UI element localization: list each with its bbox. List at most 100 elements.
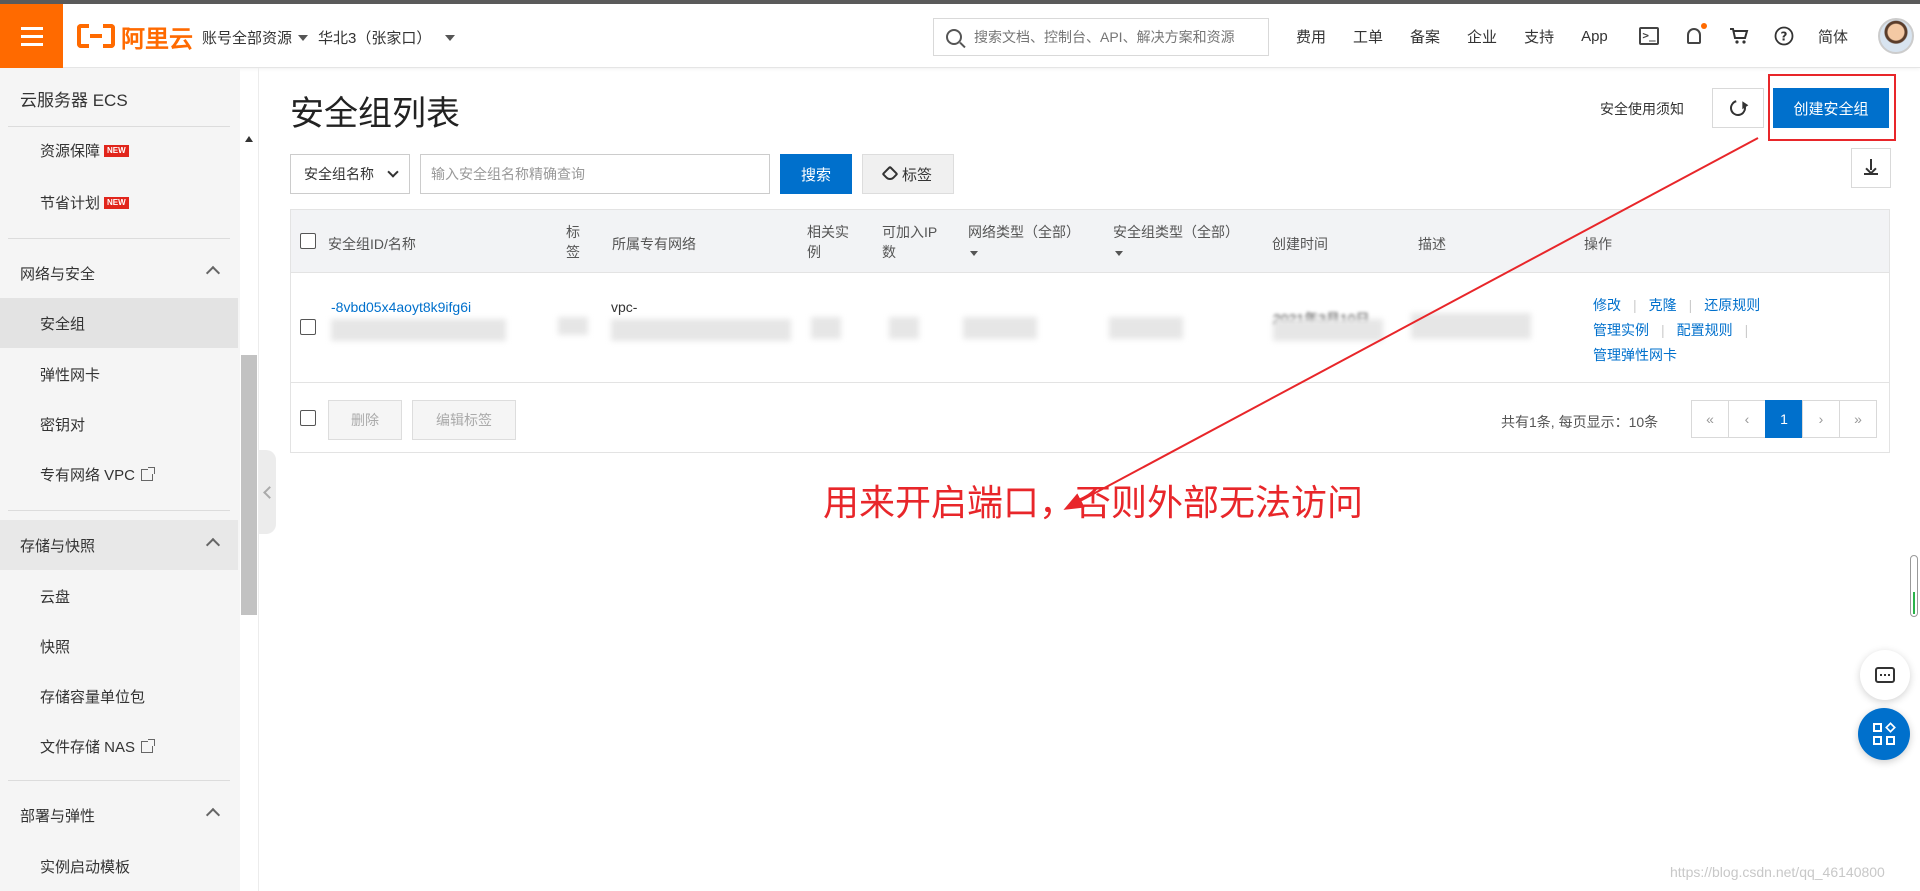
op-configure-rules[interactable]: 配置规则 <box>1677 322 1733 338</box>
security-group-id-link[interactable]: -8vbd05x4aoyt8k9ifg6i <box>331 299 471 315</box>
redacted-created-time <box>1273 319 1383 341</box>
sidebar-item-resource-assurance[interactable]: 资源保障 NEW <box>40 140 129 161</box>
cart-icon[interactable] <box>1728 25 1750 47</box>
sidebar-collapse-toggle[interactable] <box>258 450 276 534</box>
refresh-button[interactable] <box>1712 88 1764 128</box>
table-row: -8vbd05x4aoyt8k9ifg6i vpc- 2021年3月10日 修改… <box>291 273 1889 383</box>
security-group-name-input[interactable] <box>420 154 770 194</box>
sidebar-item-label: 节省计划 <box>40 195 101 212</box>
divider <box>8 780 230 781</box>
delete-button[interactable]: 删除 <box>328 400 402 440</box>
redacted-network-type <box>963 317 1037 339</box>
caret-down-icon <box>1115 250 1123 256</box>
op-restore-rules[interactable]: 还原规则 <box>1704 297 1760 313</box>
sidebar-item-savings-plan[interactable]: 节省计划 NEW <box>40 192 129 213</box>
global-search[interactable] <box>933 18 1269 56</box>
first-page-button[interactable]: « <box>1691 400 1729 438</box>
sidebar-item-label: 弹性网卡 <box>40 367 101 384</box>
link-app[interactable]: App <box>1581 28 1608 45</box>
security-notice-link[interactable]: 安全使用须知 <box>1600 99 1684 119</box>
user-avatar[interactable] <box>1878 18 1915 54</box>
op-manage-eni[interactable]: 管理弹性网卡 <box>1593 347 1677 363</box>
top-icon-group: >_ ? 简体 <box>1638 4 1915 68</box>
search-icon <box>946 29 962 45</box>
edit-tags-button[interactable]: 编辑标签 <box>412 400 516 440</box>
region-selector[interactable]: 华北3（张家口） <box>318 27 456 48</box>
header-operations: 操作 <box>1584 236 1612 252</box>
caret-down-icon <box>445 34 456 41</box>
divider <box>8 510 230 511</box>
header-joinable-ip: 可加入IP数 <box>882 224 938 260</box>
sidebar-group-network-security[interactable]: 网络与安全 <box>0 248 238 298</box>
svg-text:?: ? <box>1781 30 1788 44</box>
header-sg-type: 安全组类型（全部） <box>1113 224 1239 240</box>
sidebar-group-storage-snapshot[interactable]: 存储与快照 <box>0 520 238 570</box>
header-sg-type-filter[interactable]: 安全组类型（全部） <box>1113 222 1253 262</box>
separator: | <box>1661 322 1665 338</box>
download-icon <box>1864 159 1878 175</box>
sidebar-item-key-pair[interactable]: 密钥对 <box>40 414 85 435</box>
redacted-tag <box>558 317 588 335</box>
link-enterprise[interactable]: 企业 <box>1467 26 1497 47</box>
header-network-type: 网络类型（全部） <box>968 224 1080 240</box>
next-page-button[interactable]: › <box>1802 400 1840 438</box>
page-1-button[interactable]: 1 <box>1765 400 1803 438</box>
language-switch[interactable]: 简体 <box>1818 26 1848 47</box>
chevron-left-icon <box>262 485 276 499</box>
notification-dot <box>1701 23 1707 29</box>
filter-field-select[interactable]: 安全组名称 <box>290 154 410 194</box>
row-checkbox[interactable] <box>300 319 316 335</box>
account-resources-dropdown[interactable]: 账号全部资源 <box>202 27 309 48</box>
sidebar-scrollbar[interactable] <box>241 355 257 615</box>
header-related-instances: 相关实例 <box>807 224 849 260</box>
help-icon[interactable]: ? <box>1773 25 1795 47</box>
search-button[interactable]: 搜索 <box>780 154 852 194</box>
sidebar-group-deploy-elastic[interactable]: 部署与弹性 <box>0 790 238 840</box>
download-button[interactable] <box>1851 148 1891 188</box>
sidebar-item-label: 文件存储 NAS <box>40 739 136 756</box>
sidebar-item-security-group[interactable]: 安全组 <box>0 298 238 348</box>
link-billing[interactable]: 费用 <box>1296 26 1326 47</box>
prev-page-button[interactable]: ‹ <box>1728 400 1766 438</box>
apps-button[interactable] <box>1858 708 1910 760</box>
link-tickets[interactable]: 工单 <box>1353 26 1383 47</box>
select-all-checkbox[interactable] <box>300 233 316 249</box>
pagination-info: 共有1条, 每页显示：10条 <box>1501 414 1659 430</box>
header-network-type-filter[interactable]: 网络类型（全部） <box>968 222 1088 262</box>
region-label: 华北3（张家口） <box>318 30 432 47</box>
global-search-input[interactable] <box>974 29 1254 45</box>
footer-select-all-checkbox[interactable] <box>300 410 316 426</box>
sidebar-item-vpc[interactable]: 专有网络 VPC <box>40 464 156 485</box>
sidebar-item-storage-capacity-unit[interactable]: 存储容量单位包 <box>40 686 145 707</box>
scroll-up-arrow-icon[interactable] <box>245 136 253 142</box>
op-modify[interactable]: 修改 <box>1593 297 1621 313</box>
sidebar-item-eni[interactable]: 弹性网卡 <box>40 364 100 385</box>
tag-filter-button[interactable]: 标签 <box>862 154 954 194</box>
create-security-group-button[interactable]: 创建安全组 <box>1773 88 1889 128</box>
top-navigation-bar: 阿里云 账号全部资源 华北3（张家口） 费用 工单 备案 企业 支持 App >… <box>0 0 1920 68</box>
terminal-icon[interactable]: >_ <box>1638 25 1660 47</box>
sidebar-item-nas[interactable]: 文件存储 NAS <box>40 736 156 757</box>
header-tag: 标签 <box>566 224 580 260</box>
last-page-button[interactable]: » <box>1839 400 1877 438</box>
op-clone[interactable]: 克隆 <box>1649 297 1677 313</box>
link-support[interactable]: 支持 <box>1524 26 1554 47</box>
chat-button[interactable] <box>1860 650 1910 700</box>
apps-grid-icon <box>1873 722 1896 745</box>
external-link-icon <box>141 466 156 481</box>
page-scrollbar[interactable] <box>1910 555 1918 617</box>
aliyun-logo[interactable]: 阿里云 <box>77 21 193 53</box>
bell-icon[interactable] <box>1683 23 1707 47</box>
chevron-up-icon <box>205 807 221 823</box>
sidebar-item-cloud-disk[interactable]: 云盘 <box>40 586 70 607</box>
header-description: 描述 <box>1418 236 1446 252</box>
aliyun-logo-mark <box>77 24 115 48</box>
link-icp-filing[interactable]: 备案 <box>1410 26 1440 47</box>
menu-icon[interactable] <box>0 4 63 68</box>
op-manage-instances[interactable]: 管理实例 <box>1593 322 1649 338</box>
sidebar-item-snapshot[interactable]: 快照 <box>40 636 70 657</box>
header-created: 创建时间 <box>1272 236 1328 252</box>
top-links: 费用 工单 备案 企业 支持 App <box>1296 4 1635 68</box>
sidebar-item-launch-template[interactable]: 实例启动模板 <box>40 856 130 877</box>
security-group-table: 安全组ID/名称 标签 所属专有网络 相关实例 可加入IP数 网络类型（全部） … <box>290 209 1890 453</box>
